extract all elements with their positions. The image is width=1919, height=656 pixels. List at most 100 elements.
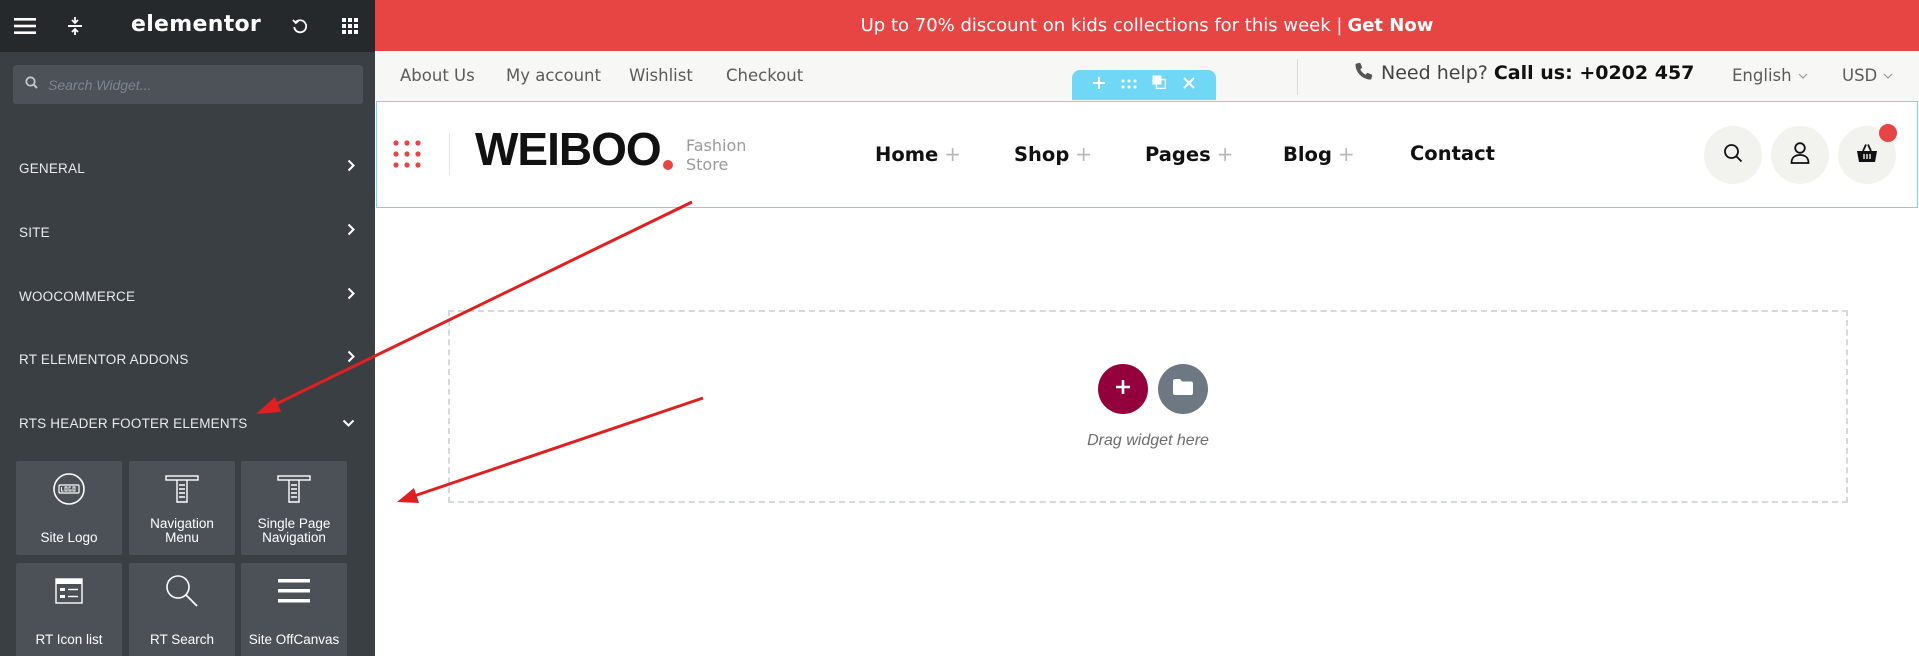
tagline-line: Store bbox=[686, 155, 729, 174]
nav-label: Home bbox=[875, 142, 939, 166]
plus-icon: + bbox=[1075, 142, 1093, 166]
widget-site-offcanvas[interactable]: Site OffCanvas bbox=[241, 563, 347, 656]
nav-contact[interactable]: Contact bbox=[1410, 142, 1495, 165]
my-account-link[interactable]: My account bbox=[506, 66, 601, 85]
section-edit-toolbar bbox=[1072, 70, 1216, 100]
panel-header: elementor bbox=[0, 0, 375, 52]
chevron-right-icon bbox=[347, 287, 355, 305]
category-rt-elementor-addons[interactable]: RT ELEMENTOR ADDONS bbox=[0, 327, 375, 391]
wishlist-link[interactable]: Wishlist bbox=[629, 66, 693, 85]
language-dropdown[interactable]: English bbox=[1732, 66, 1808, 85]
category-woocommerce[interactable]: WOOCOMMERCE bbox=[0, 264, 375, 328]
category-rts-header-footer-elements[interactable]: RTS HEADER FOOTER ELEMENTS bbox=[0, 391, 375, 455]
widget-label: Single Page Navigation bbox=[257, 516, 331, 545]
widget-site-logo[interactable]: Site Logo bbox=[16, 461, 122, 555]
nav-pages[interactable]: Pages + bbox=[1145, 142, 1233, 166]
widget-label: Site OffCanvas bbox=[248, 632, 340, 647]
plus-icon: + bbox=[944, 142, 962, 166]
icon-list-icon bbox=[16, 571, 122, 611]
promo-cta-link[interactable]: Get Now bbox=[1347, 15, 1433, 36]
nav-label: Shop bbox=[1014, 142, 1070, 166]
history-icon[interactable] bbox=[288, 14, 312, 38]
dots-grid-icon[interactable] bbox=[393, 140, 421, 168]
help-contact: Need help? Call us: +0202 457 bbox=[1355, 62, 1694, 84]
widget-search-input[interactable]: Search Widget... bbox=[13, 65, 363, 104]
hamburger-icon bbox=[241, 571, 347, 611]
chevron-down-icon bbox=[1883, 69, 1893, 82]
about-us-link[interactable]: About Us bbox=[400, 66, 475, 85]
chevron-right-icon bbox=[347, 223, 355, 241]
add-template-button[interactable] bbox=[1158, 364, 1208, 414]
divider bbox=[1297, 59, 1298, 95]
brand-logo[interactable]: WEIBOO bbox=[475, 122, 662, 176]
elementor-logo: elementor bbox=[131, 12, 262, 37]
tagline-line: Fashion bbox=[686, 136, 747, 155]
search-icon bbox=[25, 75, 38, 94]
structure-navigator-icon[interactable] bbox=[63, 14, 87, 38]
checkout-link[interactable]: Checkout bbox=[726, 66, 803, 85]
widget-rt-search[interactable]: RT Search bbox=[129, 563, 235, 656]
add-section-button[interactable] bbox=[1098, 364, 1148, 414]
widget-navigation-menu[interactable]: Navigation Menu bbox=[129, 461, 235, 555]
single-page-navigation-icon bbox=[241, 469, 347, 509]
currency-dropdown[interactable]: USD bbox=[1842, 66, 1893, 85]
plus-icon: + bbox=[1337, 142, 1355, 166]
plus-icon: + bbox=[1216, 142, 1234, 166]
language-value: English bbox=[1732, 66, 1792, 85]
category-label: GENERAL bbox=[19, 160, 85, 176]
widget-label: RT Icon list bbox=[35, 632, 103, 647]
navigation-menu-icon bbox=[129, 469, 235, 509]
nav-home[interactable]: Home + bbox=[875, 142, 961, 166]
currency-value: USD bbox=[1842, 66, 1878, 85]
duplicate-icon[interactable] bbox=[1149, 75, 1169, 95]
phone-icon bbox=[1355, 62, 1373, 84]
header-section[interactable]: WEIBOO Fashion Store Home + Shop + Pages… bbox=[376, 101, 1918, 208]
nav-label: Pages bbox=[1145, 142, 1211, 166]
drag-widget-hint: Drag widget here bbox=[1087, 432, 1209, 449]
category-label: RTS HEADER FOOTER ELEMENTS bbox=[19, 415, 248, 431]
widget-label: Navigation Menu bbox=[150, 516, 214, 545]
category-site[interactable]: SITE bbox=[0, 200, 375, 264]
nav-label: Contact bbox=[1410, 142, 1495, 165]
search-placeholder: Search Widget... bbox=[48, 76, 152, 93]
chevron-down-icon bbox=[342, 414, 355, 432]
nav-blog[interactable]: Blog + bbox=[1283, 142, 1355, 166]
search-button[interactable] bbox=[1704, 126, 1762, 184]
nav-shop[interactable]: Shop + bbox=[1014, 142, 1092, 166]
help-text: Need help? bbox=[1381, 62, 1488, 84]
widget-label: Site Logo bbox=[40, 530, 98, 545]
promo-text: Up to 70% discount on kids collections f… bbox=[860, 15, 1343, 36]
category-general[interactable]: GENERAL bbox=[0, 136, 375, 200]
widget-single-page-navigation[interactable]: Single Page Navigation bbox=[241, 461, 347, 555]
close-icon[interactable] bbox=[1179, 75, 1199, 95]
promo-bar: Up to 70% discount on kids collections f… bbox=[375, 0, 1919, 51]
divider bbox=[449, 133, 450, 175]
widget-rt-icon-list[interactable]: RT Icon list bbox=[16, 563, 122, 656]
hamburger-menu-icon[interactable] bbox=[13, 14, 37, 38]
brand-tagline: Fashion Store bbox=[686, 136, 746, 174]
drag-handle-icon[interactable] bbox=[1119, 75, 1139, 95]
category-label: SITE bbox=[19, 224, 50, 240]
add-section-icon[interactable] bbox=[1089, 75, 1109, 95]
search-icon bbox=[129, 571, 235, 611]
site-logo-icon bbox=[16, 469, 122, 509]
brand-logo-dot bbox=[663, 160, 673, 170]
widget-drop-area[interactable]: Drag widget here bbox=[448, 310, 1848, 503]
plus-icon bbox=[1115, 379, 1131, 400]
user-icon bbox=[1790, 141, 1810, 169]
page-preview: Up to 70% discount on kids collections f… bbox=[375, 0, 1919, 656]
folder-icon bbox=[1173, 378, 1193, 400]
account-button[interactable] bbox=[1771, 126, 1829, 184]
category-label: RT ELEMENTOR ADDONS bbox=[19, 351, 189, 367]
chevron-right-icon bbox=[347, 350, 355, 368]
elementor-panel: elementor Search Widget... GENERAL SITE … bbox=[0, 0, 375, 656]
chevron-down-icon bbox=[1798, 69, 1808, 82]
nav-label: Blog bbox=[1283, 142, 1332, 166]
category-label: WOOCOMMERCE bbox=[19, 288, 136, 304]
widgets-grid-icon[interactable] bbox=[338, 14, 362, 38]
call-us-phone[interactable]: Call us: +0202 457 bbox=[1494, 62, 1695, 84]
cart-count-badge bbox=[1879, 124, 1897, 142]
search-icon bbox=[1723, 143, 1743, 168]
widget-label: RT Search bbox=[149, 632, 215, 647]
basket-icon bbox=[1856, 143, 1878, 168]
